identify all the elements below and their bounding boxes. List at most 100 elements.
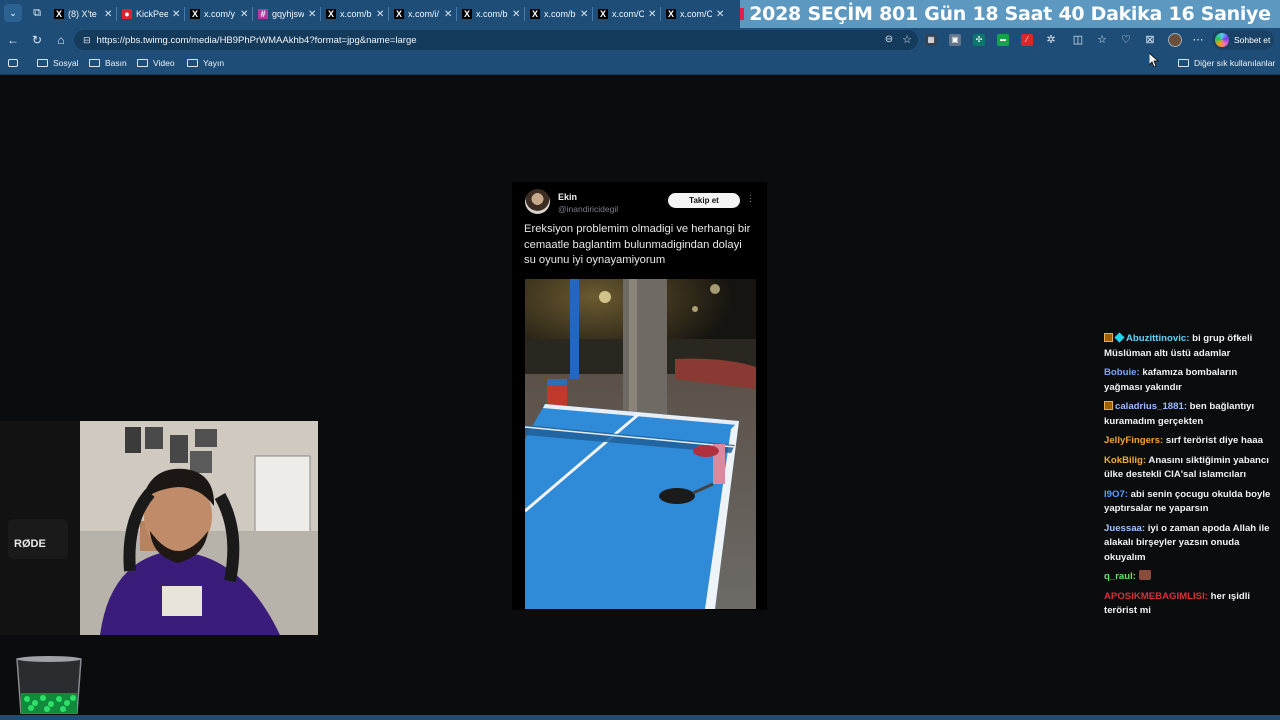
bookmark-folder-sosyal[interactable]: Sosyal [37,56,79,70]
site-info-icon[interactable]: ⊟ [83,35,91,46]
bookmark-folder-basin[interactable]: Basın [89,56,127,70]
copilot-icon [1215,33,1229,47]
browser-tab[interactable]: Xx.com/i/ ✕ [390,3,456,25]
browser-tab[interactable]: Xx.com/b ✕ [526,3,592,25]
tab-actions-menu-icon[interactable]: ⌄ [4,4,22,22]
refresh-icon[interactable]: ↻ [29,32,45,48]
close-tab-icon[interactable]: ✕ [240,9,248,20]
tab-separator [116,7,117,21]
other-bookmarks[interactable]: Diğer sık kullanılanlar [1178,56,1275,70]
other-bookmarks-label: Diğer sık kullanılanlar [1194,58,1276,68]
profile-avatar[interactable] [1168,33,1182,47]
chat-text: abi senin çocugu okulda boyle yaptırsala… [1104,488,1271,515]
url-text[interactable]: https://pbs.twimg.com/media/HB9PhPrWMAAk… [97,35,417,46]
tab-separator [252,7,253,21]
screenshot-icon[interactable]: ⊠ [1142,32,1158,48]
bookmark-label: Sosyal [53,58,79,68]
subscriber-badge-icon [1104,401,1113,410]
back-icon[interactable]: ← [5,32,21,48]
countdown-label: SEÇİM [807,3,873,25]
tweet-photo [525,279,756,609]
close-tab-icon[interactable]: ✕ [444,9,452,20]
chat-username[interactable]: I9O7 [1104,489,1125,500]
favorite-star-icon[interactable]: ☆ [899,32,915,48]
close-tab-icon[interactable]: ✕ [648,9,656,20]
extension-icon[interactable]: ▦ [925,34,937,46]
follow-button: Takip et [668,193,740,208]
more-menu-icon[interactable]: ⋯ [1190,32,1206,48]
extension-icon[interactable]: ▣ [949,34,961,46]
folder-icon [37,59,48,67]
copilot-label: Sohbet et [1234,35,1271,45]
tab-separator [320,7,321,21]
hash-icon: # [258,9,268,19]
chat-message: KokBilig: Anasını siktiğimin yabancı ülk… [1104,454,1276,483]
tab-title: x.com/b [476,9,508,19]
svg-text:RØDE: RØDE [14,538,46,550]
election-countdown-banner: 2028 SEÇİM 801 Gün 18 Saat 40 Dakika 16 … [740,0,1280,28]
x-icon: X [326,9,336,19]
x-icon: X [666,9,676,19]
countdown-minutes: 40 Dakika [1058,3,1162,25]
browser-tab[interactable]: Xx.com/b ✕ [458,3,524,25]
tab-title: x.com/i/ [408,9,440,19]
home-icon[interactable]: ⌂ [53,32,69,48]
x-icon: X [54,9,64,19]
copilot-button[interactable]: Sohbet et [1212,30,1274,50]
extension-icon[interactable]: ✣ [973,34,985,46]
chat-message: I9O7: abi senin çocugu okulda boyle yapt… [1104,488,1276,517]
address-bar[interactable]: ⊟ https://pbs.twimg.com/media/HB9PhPrWMA… [74,30,918,50]
folder-icon [187,59,198,67]
window-bottom-border [0,715,1280,720]
extensions-puzzle-icon[interactable]: ✲ [1043,32,1059,48]
close-tab-icon[interactable]: ✕ [104,9,112,20]
close-tab-icon[interactable]: ✕ [172,9,180,20]
bookmark-folder-video[interactable]: Video [137,56,175,70]
tab-separator [660,7,661,21]
countdown-days: 801 Gün [879,3,966,25]
bookmarks-menu-icon[interactable] [8,56,18,70]
favorites-icon[interactable]: ☆ [1094,32,1110,48]
browser-tab[interactable]: ● KickPee ✕ [118,3,184,25]
countdown-seconds: 16 Saniye [1168,3,1271,25]
chat-username[interactable]: KokBilig [1104,455,1143,466]
chat-text: sırf terörist diye haaa [1163,435,1263,446]
chat-username[interactable]: APOSIKMEBAGIMLISI [1104,591,1205,602]
tweet-author-handle: @inandiricidegil [558,204,619,214]
close-tab-icon[interactable]: ✕ [308,9,316,20]
chat-username[interactable]: Abuzittinovic [1126,333,1186,344]
bookmark-label: Video [153,58,175,68]
tweet-author-name: Ekin [558,192,578,202]
chat-username[interactable]: JellyFingers [1104,435,1160,446]
stream-chat: Abuzittinovic: bi grup öfkeli Müslüman a… [1104,332,1276,624]
browser-tab[interactable]: Xx.com/C ✕ [594,3,660,25]
browser-essentials-icon[interactable]: ♡ [1118,32,1134,48]
chat-username[interactable]: caladrius_1881 [1115,401,1184,412]
extension-icon[interactable]: ▬ [997,34,1009,46]
browser-tab[interactable]: Xx.com/C ✕ [662,3,728,25]
workspaces-icon[interactable]: ⧉ [30,6,44,20]
chat-username[interactable]: q_raul [1104,571,1133,582]
close-tab-icon[interactable]: ✕ [580,9,588,20]
chat-message: q_raul: [1104,570,1276,585]
close-tab-icon[interactable]: ✕ [716,9,724,20]
zoom-icon[interactable]: ⊖ [881,32,897,48]
browser-tab[interactable]: Xx.com/y ✕ [186,3,252,25]
chat-username[interactable]: Bobuie [1104,367,1137,378]
bookmark-folder-yayin[interactable]: Yayın [187,56,224,70]
close-tab-icon[interactable]: ✕ [512,9,520,20]
close-tab-icon[interactable]: ✕ [376,9,384,20]
tweet-author-avatar [525,189,550,214]
browser-tab[interactable]: X (8) X'te ✕ [50,3,116,25]
tab-title: x.com/b [544,9,576,19]
chat-username[interactable]: Juessaa [1104,523,1142,534]
chat-message: JellyFingers: sırf terörist diye haaa [1104,434,1276,449]
cup-widget [16,656,82,714]
tweet-text: Ereksiyon problemim olmadigi ve herhangi… [524,223,751,266]
browser-tab[interactable]: # gqyhjsw ✕ [254,3,320,25]
browser-tab[interactable]: Xx.com/b ✕ [322,3,388,25]
x-icon: X [598,9,608,19]
diamond-badge-icon [1114,332,1125,343]
extension-icon[interactable]: ⁄ [1021,34,1033,46]
split-screen-icon[interactable]: ◫ [1070,32,1086,48]
